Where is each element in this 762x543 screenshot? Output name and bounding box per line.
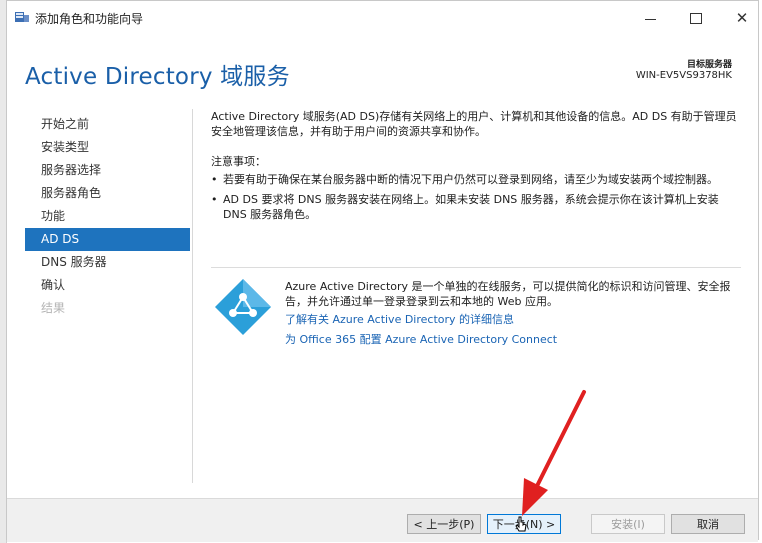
- server-manager-icon: [15, 12, 29, 22]
- minimize-icon: [644, 19, 656, 20]
- nav-item-confirmation[interactable]: 确认: [25, 274, 190, 297]
- nav-item-ad-ds[interactable]: AD DS: [25, 228, 190, 251]
- azure-learn-more-link[interactable]: 了解有关 Azure Active Directory 的详细信息: [285, 311, 514, 327]
- install-button: 安装(I): [591, 514, 665, 534]
- nav-item-installation-type[interactable]: 安装类型: [25, 136, 190, 159]
- title-bar[interactable]: 添加角色和功能向导 ✕: [7, 1, 758, 33]
- list-item: 若要有助于确保在某台服务器中断的情况下用户仍然可以登录到网络，请至少为域安装两个…: [211, 172, 741, 187]
- nav-item-dns-server[interactable]: DNS 服务器: [25, 251, 190, 274]
- intro-text: Active Directory 域服务(AD DS)存储有关网络上的用户、计算…: [211, 110, 737, 138]
- nav-item-server-selection[interactable]: 服务器选择: [25, 159, 190, 182]
- nav-divider: [192, 109, 193, 483]
- page-title: Active Directory 域服务: [25, 64, 290, 90]
- close-icon: ✕: [735, 9, 749, 27]
- mouse-cursor-icon: [515, 516, 527, 532]
- list-item: AD DS 要求将 DNS 服务器安装在网络上。如果未安装 DNS 服务器，系统…: [211, 192, 741, 222]
- nav-item-before-you-begin[interactable]: 开始之前: [25, 113, 190, 136]
- maximize-button[interactable]: [678, 5, 714, 31]
- target-server-label: 目标服务器: [686, 60, 732, 70]
- azure-ad-icon: [215, 279, 271, 335]
- content-area: Active Directory 域服务(AD DS)存储有关网络上的用户、计算…: [211, 109, 741, 227]
- office365-configure-link[interactable]: 为 Office 365 配置 Azure Active Directory C…: [285, 331, 557, 347]
- previous-button[interactable]: < 上一步(P): [407, 514, 481, 534]
- section-divider: [211, 267, 741, 268]
- azure-description: Azure Active Directory 是一个单独的在线服务，可以提供简化…: [285, 280, 731, 308]
- close-button[interactable]: ✕: [724, 5, 760, 31]
- target-server-value: WIN-EV5VS9378HK: [635, 70, 732, 81]
- window-title: 添加角色和功能向导: [35, 12, 144, 26]
- notice-heading: 注意事项：: [211, 155, 266, 168]
- notice-list: 若要有助于确保在某台服务器中断的情况下用户仍然可以登录到网络，请至少为域安装两个…: [211, 172, 741, 222]
- wizard-window: 添加角色和功能向导 ✕ Active Directory 域服务 目标服务器 W…: [6, 0, 759, 542]
- wizard-footer: < 上一步(P) 下一步(N) > 安装(I) 取消: [7, 498, 758, 542]
- cancel-button[interactable]: 取消: [671, 514, 745, 534]
- minimize-button[interactable]: [632, 5, 668, 31]
- nav-item-features[interactable]: 功能: [25, 205, 190, 228]
- wizard-nav: 开始之前 安装类型 服务器选择 服务器角色 功能 AD DS DNS 服务器 确…: [25, 113, 190, 320]
- nav-item-server-roles[interactable]: 服务器角色: [25, 182, 190, 205]
- nav-item-results: 结果: [41, 301, 66, 315]
- maximize-icon: [690, 12, 702, 24]
